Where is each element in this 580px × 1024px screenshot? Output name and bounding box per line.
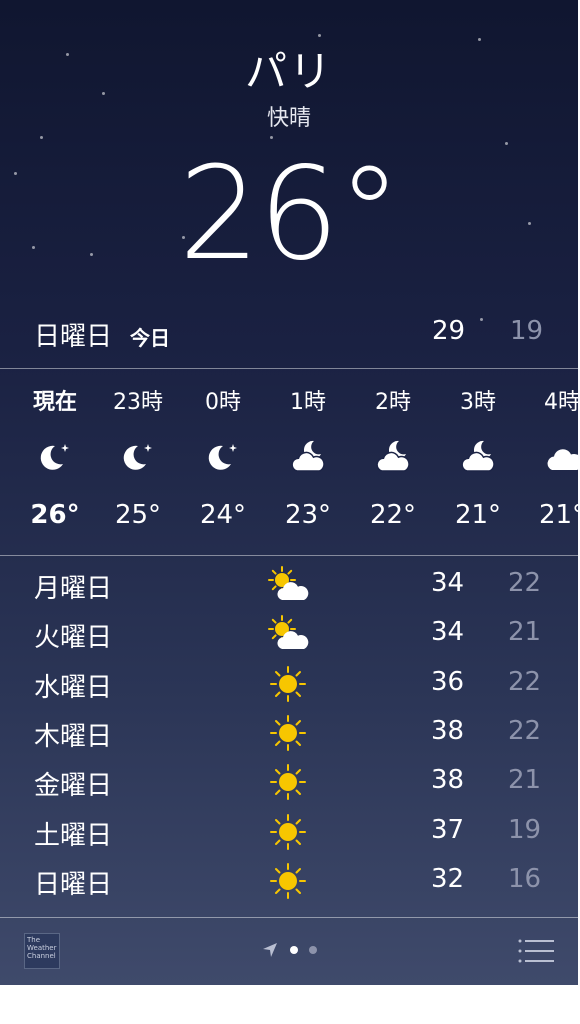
hour-temperature: 21° <box>454 500 502 530</box>
sun-icon <box>266 813 310 851</box>
hour-time: 3時 <box>460 390 496 415</box>
hourly-item: 2時 22° <box>351 370 435 554</box>
divider <box>0 368 578 369</box>
daily-forecast[interactable]: 月曜日 34 22 火曜日 34 21 水曜日 36 22 木曜日 38 22 金曜日 38 21 土曜日 37… <box>0 560 578 916</box>
hour-time: 現在 <box>32 390 77 415</box>
daily-row: 土曜日 37 19 <box>0 807 578 856</box>
hour-time: 4時 <box>544 390 578 415</box>
day-name: 水曜日 <box>34 672 113 703</box>
hour-time: 0時 <box>205 390 241 415</box>
sun-icon <box>266 714 310 752</box>
day-name: 月曜日 <box>34 574 113 604</box>
hourly-item: 4時 21° <box>520 370 578 554</box>
day-low: 22 <box>508 568 542 598</box>
logo-text: The Weather Channel <box>27 936 57 960</box>
hour-temperature: 23° <box>284 500 332 530</box>
daily-row: 木曜日 38 22 <box>0 708 578 757</box>
sun-cloud-icon <box>266 615 310 653</box>
hourly-item: 23時 25° <box>96 370 180 554</box>
day-high: 38 <box>431 715 465 746</box>
city-name: パリ <box>244 47 333 96</box>
day-name: 土曜日 <box>34 820 113 851</box>
day-low: 21 <box>508 765 542 796</box>
weather-condition: 快晴 <box>266 106 311 131</box>
hour-temperature: 24° <box>199 500 247 530</box>
daily-row: 日曜日 32 16 <box>0 856 578 905</box>
hour-temperature: 26° <box>30 500 80 530</box>
hour-time: 1時 <box>290 390 326 415</box>
sun-cloud-icon <box>266 566 310 604</box>
hourly-item: 現在 26° <box>13 370 97 554</box>
today-day: 日曜日 <box>34 322 113 352</box>
current-temperature: 26° <box>178 140 402 289</box>
weather-channel-logo[interactable]: The Weather Channel <box>24 933 60 969</box>
moon-icon <box>203 438 243 474</box>
day-high: 32 <box>431 863 465 894</box>
hour-time: 2時 <box>375 390 411 415</box>
hourly-item: 1時 23° <box>266 370 350 554</box>
day-low: 22 <box>508 715 542 746</box>
day-name: 金曜日 <box>34 771 113 802</box>
weather-screen: パリ 快晴 26° 日曜日 今日 29 19 現在 26° 23時 25° 0時 24° 1… <box>0 0 580 985</box>
today-summary: 日曜日 今日 29 19 <box>34 312 554 356</box>
divider <box>0 555 578 556</box>
day-name: 木曜日 <box>34 721 113 752</box>
day-high: 34 <box>431 617 465 648</box>
day-name: 日曜日 <box>34 869 113 900</box>
sun-icon <box>266 862 310 900</box>
today-high: 29 <box>432 316 466 346</box>
today-tag: 今日 <box>130 326 170 350</box>
footer-bar: The Weather Channel <box>0 918 578 985</box>
moon-icon <box>118 438 158 474</box>
star <box>318 34 321 37</box>
star <box>270 136 273 139</box>
day-high: 38 <box>431 765 465 796</box>
day-low: 16 <box>508 863 542 894</box>
hourly-item: 0時 24° <box>181 370 265 554</box>
moon-icon <box>35 438 75 474</box>
sun-icon <box>266 665 310 703</box>
daily-row: 月曜日 34 22 <box>0 560 578 609</box>
hourly-item: 3時 21° <box>436 370 520 554</box>
star <box>40 136 43 139</box>
cloud-icon <box>542 438 578 474</box>
daily-row: 水曜日 36 22 <box>0 659 578 708</box>
page-dot[interactable] <box>309 946 317 954</box>
day-low: 21 <box>508 617 542 648</box>
hour-temperature: 21° <box>538 500 578 530</box>
day-name: 火曜日 <box>34 623 113 654</box>
hourly-forecast[interactable]: 現在 26° 23時 25° 0時 24° 1時 23° 2時 22° 3時 21° 4時 21° <box>0 370 578 554</box>
day-low: 19 <box>508 814 542 845</box>
daily-row: 金曜日 38 21 <box>0 757 578 806</box>
today-low: 19 <box>510 316 544 346</box>
cloud-moon-icon <box>458 438 498 474</box>
daily-row: 火曜日 34 21 <box>0 609 578 658</box>
location-arrow-icon <box>263 943 277 957</box>
list-icon[interactable] <box>518 938 554 964</box>
page-dot-active[interactable] <box>290 946 298 954</box>
day-high: 34 <box>431 568 465 598</box>
day-low: 22 <box>508 666 542 697</box>
hour-temperature: 22° <box>369 500 417 530</box>
hour-temperature: 25° <box>114 500 162 530</box>
day-high: 36 <box>431 666 465 697</box>
sun-icon <box>266 763 310 801</box>
hour-time: 23時 <box>113 390 163 415</box>
day-high: 37 <box>431 814 465 845</box>
cloud-moon-icon <box>288 438 328 474</box>
cloud-moon-icon <box>373 438 413 474</box>
